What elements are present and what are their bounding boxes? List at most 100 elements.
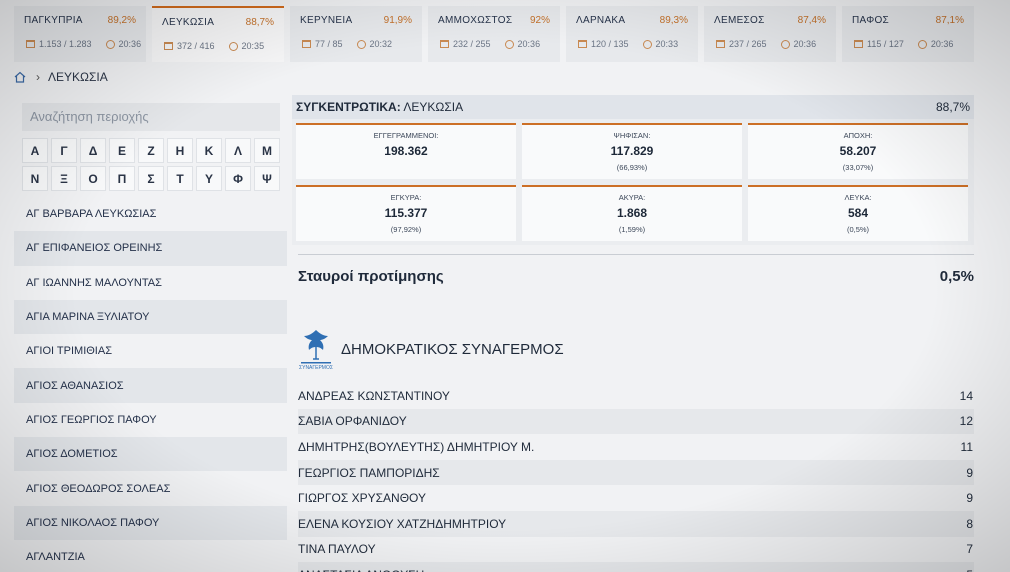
district-tab-meta: 372 / 416 20:35 — [164, 41, 264, 51]
summary-panel: ΣΥΓΚΕΝΤΡΩΤΙΚΑ: ΛΕΥΚΩΣΙΑ 88,7% ΕΓΓΕΓΡΑΜΜΕ… — [292, 95, 974, 245]
letter-filter-button[interactable]: Υ — [196, 166, 222, 191]
district-tab-count: 120 / 135 — [591, 39, 629, 49]
district-tab-meta: 232 / 255 20:36 — [440, 39, 540, 49]
area-list-item[interactable]: ΑΓ ΙΩΑΝΝΗΣ ΜΑΛΟΥΝΤΑΣ — [14, 266, 287, 300]
stat-value: 117.829 — [610, 144, 654, 158]
letter-filter-button[interactable]: Ζ — [138, 138, 164, 163]
letter-filter-button[interactable]: Τ — [167, 166, 193, 191]
stat-card: ΕΓΚΥΡΑ: 115.377 (97,92%) — [296, 185, 516, 241]
area-list-item[interactable]: ΑΓΙΟΣ ΓΕΩΡΓΙΟΣ ΠΑΦΟΥ — [14, 403, 287, 437]
candidate-name: ΑΝΔΡΕΑΣ ΚΩΝΣΤΑΝΤΙΝΟΥ — [298, 388, 450, 403]
candidate-votes: 14 — [959, 388, 973, 403]
district-tab-name: ΛΕΥΚΩΣΙΑ — [162, 17, 215, 28]
candidate-row: ΣΑΒΙΑ ΟΡΦΑΝΙΔΟΥ 12 — [298, 408, 974, 435]
district-tab-percentage: 87,1% — [935, 15, 964, 26]
district-tab-name: ΛΑΡΝΑΚΑ — [576, 15, 626, 26]
letter-filter-button[interactable]: Ν — [22, 166, 48, 191]
calendar-icon — [302, 40, 311, 48]
district-tab-percentage: 92% — [529, 15, 550, 26]
calendar-icon — [440, 40, 449, 48]
district-tab-time: 20:36 — [517, 39, 541, 49]
district-tab[interactable]: ΛΕΜΕΣΟΣ 87,4% 237 / 265 20:36 — [704, 6, 836, 62]
district-tab-count: 77 / 85 — [315, 39, 343, 49]
candidate-list: ΑΝΔΡΕΑΣ ΚΩΝΣΤΑΝΤΙΝΟΥ 14 ΣΑΒΙΑ ΟΡΦΑΝΙΔΟΥ 12 Δ… — [298, 383, 974, 572]
letter-filter-button[interactable]: Ε — [109, 138, 135, 163]
calendar-icon — [578, 40, 587, 48]
district-tab[interactable]: ΑΜΜΟΧΩΣΤΟΣ 92% 232 / 255 20:36 — [428, 6, 560, 62]
area-list-item[interactable]: ΑΓΙΟΣ ΝΙΚΟΛΑΟΣ ΠΑΦΟΥ — [14, 505, 287, 540]
area-list-item[interactable]: ΑΓΛΑΝΤΖΙΑ — [14, 540, 287, 572]
letter-filter-button[interactable]: Α — [22, 138, 48, 163]
letter-filter-button[interactable]: Φ — [225, 166, 251, 191]
letter-filter-button[interactable]: Λ — [225, 138, 251, 163]
district-tab[interactable]: ΚΕΡΥΝΕΙΑ 91,9% 77 / 85 20:32 — [290, 6, 422, 62]
district-tab-name: ΠΑΦΟΣ — [852, 15, 890, 26]
area-list-item[interactable]: ΑΓ ΒΑΡΒΑΡΑ ΛΕΥΚΩΣΙΑΣ — [14, 197, 287, 231]
breadcrumb-current: ΛΕΥΚΩΣΙΑ — [48, 70, 108, 84]
candidate-name: ΑΝΑΣΤΑΣΙΑ ΑΝΘΟΥΣΗ — [298, 568, 424, 572]
summary-label: ΣΥΓΚΕΝΤΡΩΤΙΚΑ: — [296, 100, 401, 114]
area-list-item[interactable]: ΑΓΙΟΣ ΔΟΜΕΤΙΟΣ — [14, 437, 287, 472]
stat-card: ΛΕΥΚΑ: 584 (0,5%) — [748, 185, 968, 241]
preferences-percentage: 0,5% — [939, 268, 974, 285]
candidate-row: ΓΙΩΡΓΟΣ ΧΡΥΣΑΝΘΟΥ 9 — [298, 485, 974, 511]
district-tab[interactable]: ΛΑΡΝΑΚΑ 89,3% 120 / 135 20:33 — [566, 6, 698, 62]
area-list-item[interactable]: ΑΓΙΑ ΜΑΡΙΝΑ ΞΥΛΙΑΤΟΥ — [14, 299, 287, 335]
district-tab-name: ΛΕΜΕΣΟΣ — [714, 15, 765, 26]
stat-value: 58.207 — [839, 144, 877, 158]
area-list-item[interactable]: ΑΓ ΕΠΙΦΑΝΕΙΟΣ ΟΡΕΙΝΗΣ — [14, 231, 287, 266]
letter-filter-button[interactable]: Σ — [138, 166, 164, 191]
district-tab-percentage: 87,4% — [797, 15, 826, 26]
district-tab-count: 1.153 / 1.283 — [39, 39, 92, 49]
district-tab-count: 115 / 127 — [867, 39, 904, 49]
stat-subvalue: (33,07%) — [842, 163, 874, 172]
clock-icon — [356, 39, 366, 49]
district-tab[interactable]: ΛΕΥΚΩΣΙΑ 88,7% 372 / 416 20:35 — [152, 6, 284, 62]
stat-label: ΕΓΓΕΓΡΑΜΜΕΝΟΙ: — [373, 131, 439, 140]
letter-filter-button[interactable]: Κ — [196, 138, 222, 163]
letter-filter-button[interactable]: Μ — [254, 138, 280, 163]
candidate-row: ΓΕΩΡΓΙΟΣ ΠΑΜΠΟΡΙΔΗΣ 9 — [298, 459, 974, 486]
stat-label: ΑΚΥΡΑ: — [618, 193, 646, 202]
area-list-item[interactable]: ΑΓΙΟΣ ΑΘΑΝΑΣΙΟΣ — [14, 368, 287, 403]
svg-text:ΣΥΝΑΓΕΡΜΟΣ: ΣΥΝΑΓΕΡΜΟΣ — [299, 365, 333, 371]
calendar-icon — [716, 40, 725, 48]
letter-filter-button[interactable]: Η — [167, 138, 193, 163]
candidate-name: ΓΙΩΡΓΟΣ ΧΡΥΣΑΝΘΟΥ — [298, 491, 426, 506]
candidate-row: ΤΙΝΑ ΠΑΥΛΟΥ 7 — [298, 537, 974, 563]
summary-percentage: 88,7% — [935, 100, 970, 114]
clock-icon — [105, 39, 115, 49]
breadcrumb: › ΛΕΥΚΩΣΙΑ — [14, 70, 108, 84]
letter-filter-button[interactable]: Ξ — [51, 166, 77, 191]
home-icon[interactable] — [14, 71, 26, 83]
candidate-name: ΕΛΕΝΑ ΚΟΥΣΙΟΥ ΧΑΤΖΗΔΗΜΗΤΡΙΟΥ — [298, 516, 507, 531]
clock-icon — [780, 39, 790, 49]
candidate-votes: 12 — [959, 414, 973, 429]
stat-label: ΛΕΥΚΑ: — [844, 193, 872, 202]
district-tab-percentage: 89,3% — [659, 15, 688, 26]
district-tab-count: 237 / 265 — [729, 39, 767, 49]
district-tab-meta: 120 / 135 20:33 — [578, 39, 678, 49]
area-list-item[interactable]: ΑΓΙΟΣ ΘΕΟΔΩΡΟΣ ΣΟΛΕΑΣ — [14, 471, 287, 505]
district-tab[interactable]: ΠΑΓΚΥΠΡΙΑ 89,2% 1.153 / 1.283 20:36 — [14, 6, 146, 62]
district-tab-count: 372 / 416 — [177, 41, 215, 51]
district-tab-time: 20:36 — [793, 39, 817, 49]
stat-subvalue: (66,93%) — [616, 163, 648, 172]
calendar-icon — [164, 42, 173, 50]
candidate-name: ΤΙΝΑ ΠΑΥΛΟΥ — [298, 542, 376, 557]
letter-filter-button[interactable]: Ψ — [254, 166, 280, 191]
stat-subvalue: (0,5%) — [846, 225, 870, 234]
letter-filter-button[interactable]: Ο — [80, 166, 106, 191]
area-list-item[interactable]: ΑΓΙΟΙ ΤΡΙΜΙΘΙΑΣ — [14, 334, 287, 368]
preferences-header: Σταυροί προτίμησης 0,5% — [298, 268, 974, 285]
stat-label: ΨΗΦΙΣΑΝ: — [613, 131, 651, 140]
letter-filter: ΑΓΔΕΖΗΚΛΜ ΝΞΟΠΣΤΥΦΨ — [22, 138, 282, 191]
letter-filter-button[interactable]: Π — [109, 166, 135, 191]
stat-subvalue: (1,59%) — [618, 225, 646, 234]
district-tab-time: 20:36 — [118, 39, 142, 49]
stats-grid: ΕΓΓΕΓΡΑΜΜΕΝΟΙ: 198.362 ΨΗΦΙΣΑΝ: 117.829 (66,… — [292, 119, 974, 245]
letter-filter-button[interactable]: Γ — [51, 138, 77, 163]
search-input[interactable]: Αναζήτηση περιοχής — [22, 103, 280, 131]
letter-filter-button[interactable]: Δ — [80, 138, 106, 163]
district-tab[interactable]: ΠΑΦΟΣ 87,1% 115 / 127 20:36 — [842, 6, 974, 62]
